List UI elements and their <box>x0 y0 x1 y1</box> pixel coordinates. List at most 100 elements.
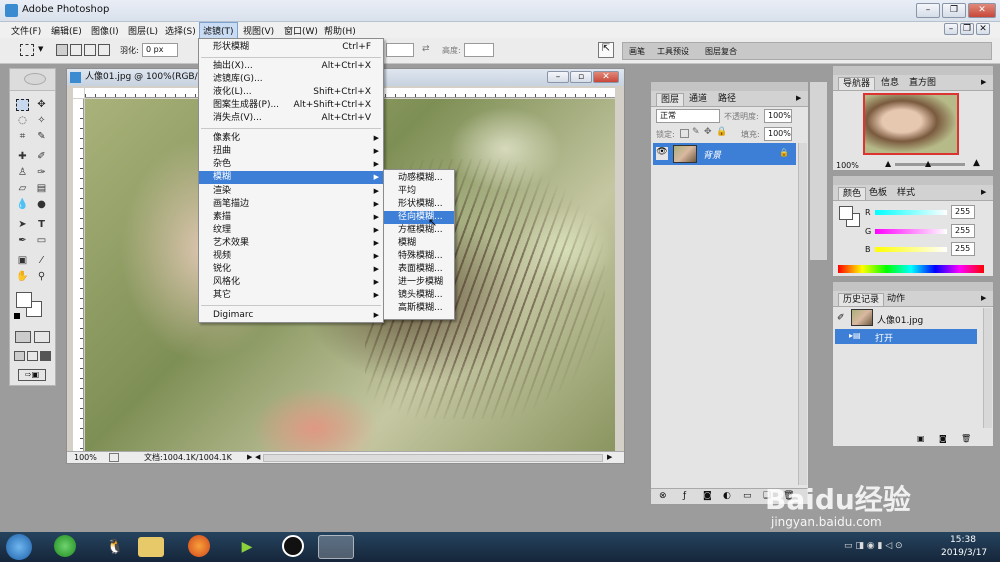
new-snapshot-icon[interactable]: ◙ <box>939 434 947 443</box>
tab-layers[interactable]: 图层 <box>656 93 685 106</box>
document-minimize-button[interactable]: – <box>547 71 569 83</box>
menu-item-texture[interactable]: 纹理 ▶ <box>199 224 383 237</box>
height-input[interactable] <box>464 43 494 57</box>
notes-tool-icon[interactable]: ▣ <box>16 255 29 267</box>
menu-item-pixelate[interactable]: 像素化 ▶ <box>199 132 383 145</box>
browser-360-icon[interactable] <box>54 535 76 557</box>
move-tool-icon[interactable]: ✥ <box>35 99 48 111</box>
history-menu-icon[interactable]: ▶ <box>981 294 986 302</box>
submenu-item-average[interactable]: 平均 <box>384 185 454 198</box>
clone-stamp-icon[interactable]: ♙ <box>16 167 29 179</box>
type-tool-icon[interactable]: T <box>35 219 48 231</box>
layers-scrollbar[interactable] <box>798 143 807 485</box>
zoom-tool-icon[interactable]: ⚲ <box>35 271 48 283</box>
layer-row-background[interactable]: 👁 背景 🔒 <box>653 143 796 165</box>
shape-tool-icon[interactable]: ▭ <box>35 235 48 247</box>
status-arrow-icon[interactable]: ▶ <box>247 452 252 463</box>
panel-menu-icon[interactable]: ▶ <box>796 94 801 102</box>
menu-item-liquify[interactable]: 液化(L)... Shift+Ctrl+X <box>199 86 383 99</box>
navigator-menu-icon[interactable]: ▶ <box>981 78 986 86</box>
path-selection-icon[interactable]: ➤ <box>16 219 29 231</box>
tab-channels[interactable]: 通道 <box>685 93 711 106</box>
menu-item-brush-strokes[interactable]: 画笔描边 ▶ <box>199 198 383 211</box>
close-button[interactable]: ✕ <box>968 3 996 18</box>
swap-icon[interactable]: ⇄ <box>422 44 430 54</box>
healing-brush-icon[interactable]: ✚ <box>16 151 29 163</box>
firefox-icon[interactable] <box>188 535 210 557</box>
document-maximize-button[interactable]: ▫ <box>570 71 592 83</box>
screen-mode-standard-icon[interactable] <box>14 351 25 361</box>
opacity-input[interactable]: 100% <box>764 109 792 123</box>
tab-info[interactable]: 信息 <box>877 77 903 90</box>
doc-close-button[interactable]: ✕ <box>976 23 990 35</box>
color-menu-icon[interactable]: ▶ <box>981 188 986 196</box>
menu-item-distort[interactable]: 扭曲 ▶ <box>199 145 383 158</box>
submenu-item-smart-blur[interactable]: 特殊模糊... <box>384 250 454 263</box>
layer-mask-icon[interactable]: ◙ <box>703 491 712 501</box>
menu-item-pattern-maker[interactable]: 图案生成器(P)... Alt+Shift+Ctrl+X <box>199 99 383 112</box>
menu-window[interactable]: 窗口(W) <box>281 23 321 38</box>
new-group-icon[interactable]: ▭ <box>743 491 752 501</box>
submenu-item-surface-blur[interactable]: 表面模糊... <box>384 263 454 276</box>
well-tab-layer-comps[interactable]: 图层复合 <box>705 46 737 57</box>
file-browser-icon[interactable]: ⇱ <box>598 42 614 58</box>
menu-item-artistic[interactable]: 艺术效果 ▶ <box>199 237 383 250</box>
well-tab-tool-presets[interactable]: 工具预设 <box>657 46 689 57</box>
quick-mask-icon[interactable] <box>34 331 50 343</box>
eyedropper-icon[interactable]: ⁄ <box>35 255 48 267</box>
add-selection-icon[interactable] <box>70 44 82 56</box>
menu-item-last-filter[interactable]: 形状模糊 Ctrl+F <box>199 41 383 54</box>
tray-icons[interactable]: ▭ ◨ ◉ ▮ ◁ ⊙ <box>844 541 903 551</box>
submenu-item-box-blur[interactable]: 方框模糊... <box>384 224 454 237</box>
menu-item-video[interactable]: 视频 ▶ <box>199 250 383 263</box>
new-document-from-state-icon[interactable]: ▣ <box>917 434 925 443</box>
menu-view[interactable]: 视图(V) <box>240 23 277 38</box>
fill-input[interactable]: 100% <box>764 127 792 141</box>
blend-mode-select[interactable]: 正常 <box>656 109 720 123</box>
file-explorer-icon[interactable] <box>138 537 164 557</box>
doc-restore-button[interactable]: ❐ <box>960 23 974 35</box>
default-colors-icon[interactable] <box>14 313 20 319</box>
zoom-out-icon[interactable]: ▲ <box>885 159 891 168</box>
navigator-zoom[interactable]: 100% <box>836 161 859 170</box>
menu-filter[interactable]: 滤镜(T) <box>199 22 238 39</box>
menu-item-filter-gallery[interactable]: 滤镜库(G)... <box>199 73 383 86</box>
menu-image[interactable]: 图像(I) <box>88 23 122 38</box>
tab-swatches[interactable]: 色板 <box>865 187 891 200</box>
submenu-item-radial-blur[interactable]: 径向模糊... <box>384 211 454 224</box>
history-scrollbar[interactable] <box>983 308 992 428</box>
menu-help[interactable]: 帮助(H) <box>321 23 359 38</box>
new-selection-icon[interactable] <box>56 44 68 56</box>
menu-item-stylize[interactable]: 风格化 ▶ <box>199 276 383 289</box>
submenu-item-gaussian-blur[interactable]: 高斯模糊... <box>384 302 454 315</box>
blur-tool-icon[interactable]: 💧 <box>16 199 29 211</box>
chevron-down-icon[interactable]: ▼ <box>38 45 43 53</box>
tab-history[interactable]: 历史记录 <box>838 293 885 306</box>
magic-wand-icon[interactable]: ✧ <box>35 115 48 127</box>
layer-style-icon[interactable]: ƒ <box>683 491 686 501</box>
screen-mode-full-icon[interactable] <box>40 351 51 361</box>
crop-tool-icon[interactable]: ⌗ <box>16 131 29 143</box>
horizontal-scrollbar[interactable] <box>263 454 603 462</box>
qq-icon[interactable]: 🐧 <box>100 535 130 559</box>
screen-mode-menu-icon[interactable] <box>27 351 38 361</box>
jump-to-imageready-icon[interactable]: ⇨▣ <box>18 369 46 381</box>
menu-file[interactable]: 文件(F) <box>8 23 44 38</box>
color-ramp[interactable] <box>838 265 984 273</box>
lock-image-icon[interactable]: ✎ <box>692 127 700 137</box>
color-foreground-swatch[interactable] <box>839 206 853 220</box>
red-input[interactable]: 255 <box>951 205 975 219</box>
document-close-button[interactable]: ✕ <box>593 71 619 83</box>
screen-recorder-icon[interactable] <box>282 535 304 557</box>
menu-item-other[interactable]: 其它 ▶ <box>199 289 383 302</box>
doc-minimize-button[interactable]: – <box>944 23 958 35</box>
menu-item-sketch[interactable]: 素描 ▶ <box>199 211 383 224</box>
green-slider[interactable] <box>875 229 947 234</box>
subtract-selection-icon[interactable] <box>84 44 96 56</box>
tab-paths[interactable]: 路径 <box>714 93 740 106</box>
scroll-left-icon[interactable]: ◀ <box>255 452 260 463</box>
green-input[interactable]: 255 <box>951 224 975 238</box>
submenu-item-motion-blur[interactable]: 动感模糊... <box>384 172 454 185</box>
intersect-selection-icon[interactable] <box>98 44 110 56</box>
minimize-button[interactable]: – <box>916 3 940 18</box>
